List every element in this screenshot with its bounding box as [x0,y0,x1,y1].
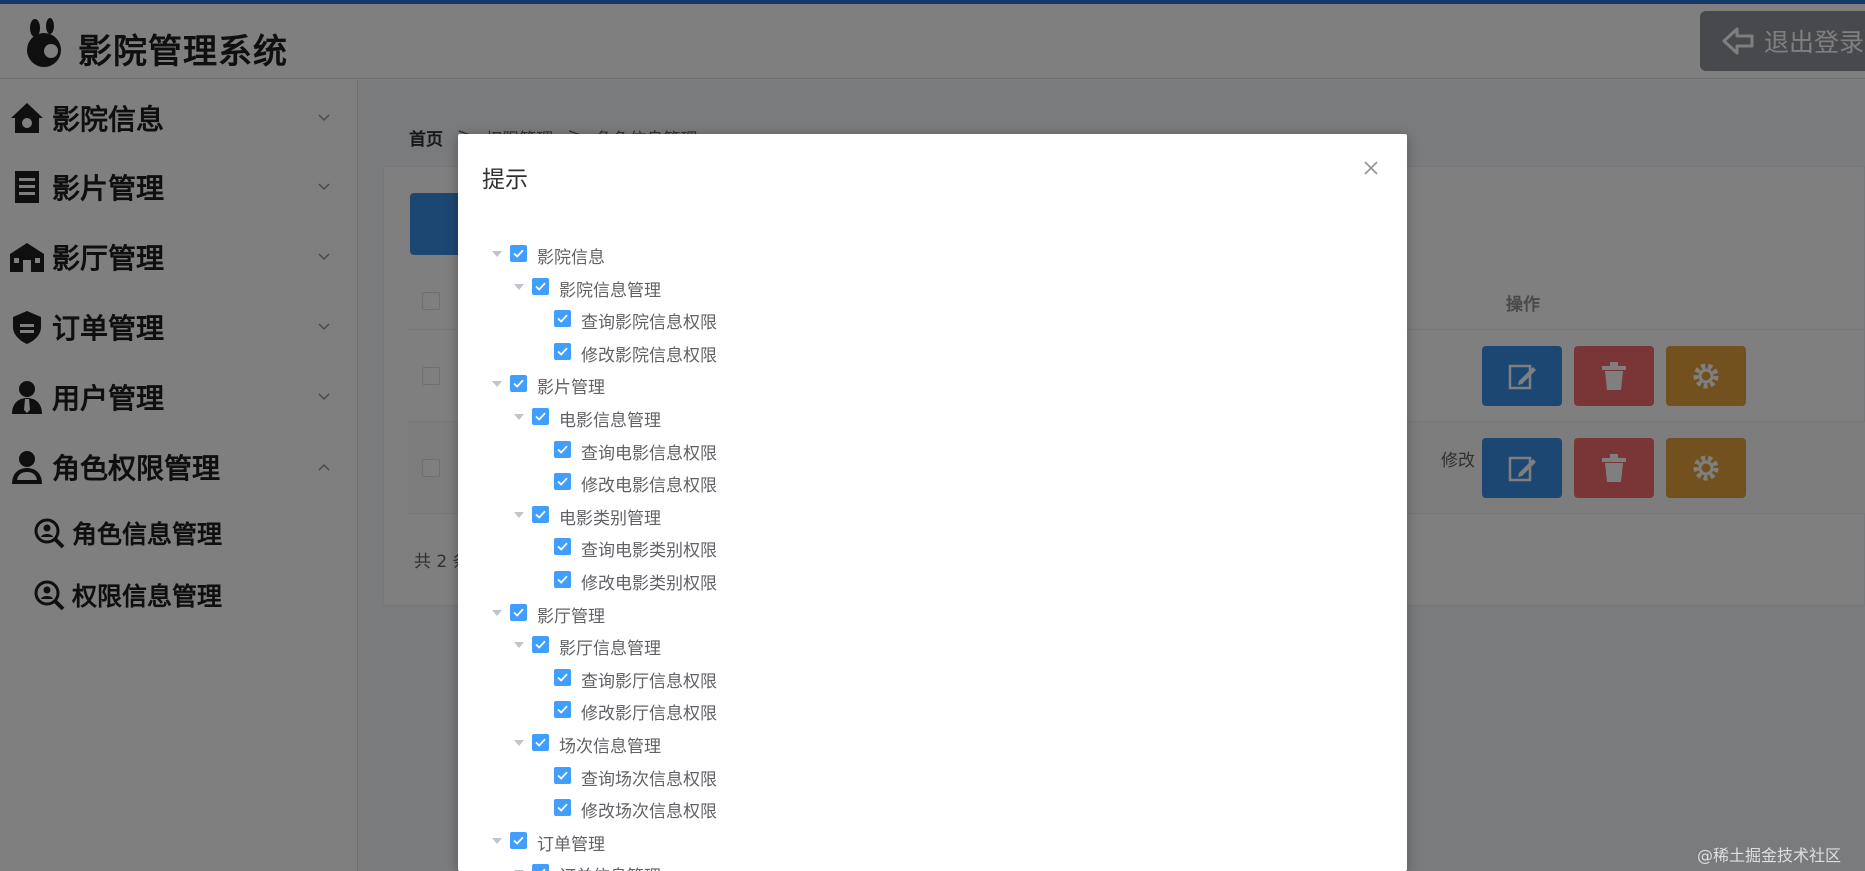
tree-checkbox[interactable] [554,473,571,491]
tree-node[interactable]: 电影类别管理 [458,499,1407,531]
check-icon [513,379,524,389]
tree-checkbox[interactable] [554,799,571,817]
tree-node[interactable]: 订单信息管理 [458,857,1407,871]
expand-caret-icon[interactable] [514,642,524,649]
tree-checkbox[interactable] [554,571,571,588]
tree-checkbox[interactable] [554,310,571,328]
tree-node[interactable]: 修改电影类别权限 [458,564,1407,596]
close-icon[interactable] [1363,160,1379,176]
tree-node[interactable]: 查询电影信息权限 [458,434,1407,466]
check-icon [535,282,546,291]
tree-node[interactable]: 影厅信息管理 [458,629,1407,661]
check-icon [557,314,568,323]
tree-node-label: 修改影厅信息权限 [581,704,717,725]
check-icon [513,836,524,845]
check-icon [535,640,546,649]
tree-checkbox[interactable] [510,603,527,621]
tree-node-label: 电影类别管理 [559,508,661,529]
tree-checkbox[interactable] [554,668,571,686]
tree-node[interactable]: 影片管理 [458,368,1407,400]
tree-checkbox[interactable] [532,734,549,751]
check-icon [542,868,546,871]
tree-node[interactable]: 影厅管理 [458,597,1407,629]
tree-node[interactable]: 订单管理 [458,825,1407,857]
tree-checkbox[interactable] [554,538,571,556]
tree-checkbox[interactable] [532,636,549,654]
tree-node-label: 影片管理 [537,378,605,399]
check-icon [557,575,568,584]
dialog-title: 提示 [482,167,528,193]
tree-checkbox[interactable] [532,864,549,871]
tree-node[interactable]: 影院信息管理 [458,271,1407,303]
expand-caret-icon[interactable] [492,251,502,257]
check-icon [513,249,524,258]
tree-checkbox[interactable] [554,342,571,360]
expand-caret-icon[interactable] [492,381,502,388]
check-icon [557,705,568,715]
tree-checkbox[interactable] [510,245,527,262]
check-icon [557,771,568,780]
tree-node-label: 影厅信息管理 [559,639,661,660]
tree-node[interactable]: 修改影厅信息权限 [458,694,1407,726]
tree-node[interactable]: 影院信息 [458,238,1407,270]
check-icon [557,445,568,454]
check-icon [557,477,568,486]
tree-node-label: 影厅管理 [537,606,605,627]
check-icon [535,510,546,519]
tree-checkbox[interactable] [554,701,571,719]
tree-checkbox[interactable] [510,375,527,393]
tree-node[interactable]: 查询场次信息权限 [458,760,1407,792]
tree-node[interactable]: 查询影厅信息权限 [458,662,1407,694]
tree-node-label: 修改电影类别权限 [581,574,717,594]
check-icon [557,803,568,812]
expand-caret-icon[interactable] [514,740,524,746]
tree-node-label: 修改电影信息权限 [581,476,717,497]
tree-node-label: 查询电影信息权限 [581,443,717,464]
tree-checkbox[interactable] [554,766,571,784]
tree-node-label: 查询电影类别权限 [581,541,717,562]
expand-caret-icon[interactable] [514,414,524,420]
tree-node[interactable]: 电影信息管理 [458,401,1407,433]
tree-node-label: 影院信息 [537,248,605,268]
tree-checkbox[interactable] [554,440,571,458]
check-icon [513,608,524,617]
watermark: @稀土掘金技术社区 [1697,846,1842,865]
tree-node[interactable]: 场次信息管理 [458,727,1407,759]
tree-checkbox[interactable] [510,831,527,849]
tree-node-label: 修改场次信息权限 [581,802,717,823]
expand-caret-icon[interactable] [492,837,502,844]
tree-node-label: 订单管理 [537,834,605,855]
tree-node-label: 电影信息管理 [559,411,661,431]
tree-node[interactable]: 修改影院信息权限 [458,336,1407,368]
expand-caret-icon[interactable] [514,283,524,290]
expand-caret-icon[interactable] [492,609,502,616]
tree-node-label: 查询影院信息权限 [581,313,717,334]
tree-node-label: 查询场次信息权限 [581,769,717,790]
permission-dialog: 提示 影院信息影院信息管理查询影院信息权限 修改影院信息权限影片管理电影信息管理查… [458,134,1407,871]
check-icon [557,347,568,356]
check-icon [557,542,568,552]
tree-node[interactable]: 查询影院信息权限 [458,303,1407,335]
tree-checkbox[interactable] [532,277,549,295]
tree-node-label: 场次信息管理 [559,737,661,757]
tree-checkbox[interactable] [532,505,549,523]
tree-node[interactable]: 查询电影类别权限 [458,531,1407,563]
tree-checkbox[interactable] [532,408,549,425]
check-icon [535,738,546,747]
tree-node-label: 修改影院信息权限 [581,345,717,366]
tree-node[interactable]: 修改电影信息权限 [458,466,1407,498]
tree-node-label: 影院信息管理 [559,280,661,301]
check-icon [535,412,546,421]
tree-node[interactable]: 修改场次信息权限 [458,792,1407,824]
tree-node-label: 查询影厅信息权限 [581,671,717,692]
check-icon [557,673,568,682]
tree-node-label: 订单信息管理 [559,862,661,871]
expand-caret-icon[interactable] [514,511,524,518]
